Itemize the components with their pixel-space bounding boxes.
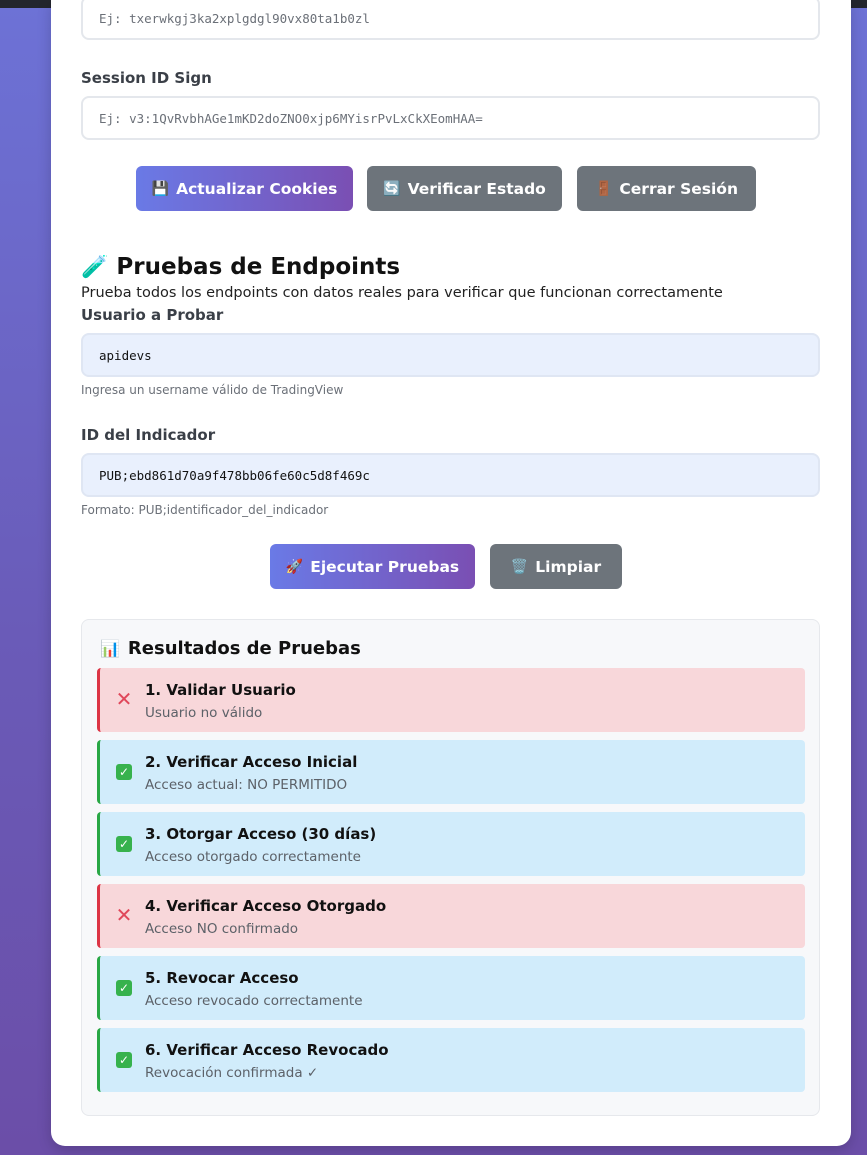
check-mark-icon: ✓ bbox=[116, 1052, 132, 1068]
session-sign-input[interactable]: Ej: v3:1QvRvbhAGe1mKD2doZNO0xjp6MYisrPvL… bbox=[81, 96, 820, 140]
indicator-input-value: PUB;ebd861d70a9f478bb06fe60c5d8f469c bbox=[99, 467, 370, 483]
result-message: Acceso actual: NO PERMITIDO bbox=[145, 777, 348, 793]
result-title: 4. Verificar Acceso Otorgado bbox=[145, 897, 387, 915]
session-sign-placeholder: Ej: v3:1QvRvbhAGe1mKD2doZNO0xjp6MYisrPvL… bbox=[99, 110, 483, 126]
result-item: ✓ 5. Revocar Acceso Acceso revocado corr… bbox=[97, 956, 805, 1020]
result-item: ✕ 4. Verificar Acceso Otorgado Acceso NO… bbox=[97, 884, 805, 948]
door-icon: 🚪 bbox=[594, 180, 613, 197]
result-title: 1. Validar Usuario bbox=[145, 681, 296, 699]
indicator-help-text: Formato: PUB;identificador_del_indicador bbox=[81, 503, 329, 517]
result-item: ✓ 6. Verificar Acceso Revocado Revocació… bbox=[97, 1028, 805, 1092]
main-card: Ej: txerwkgj3ka2xplgdgl90vx80ta1b0zl Ses… bbox=[51, 0, 851, 1146]
verify-status-label: Verificar Estado bbox=[407, 179, 546, 198]
check-mark-icon: ✓ bbox=[116, 764, 132, 780]
user-help-text: Ingresa un username válido de TradingVie… bbox=[81, 383, 344, 397]
results-title: Resultados de Pruebas bbox=[127, 638, 361, 659]
run-tests-button[interactable]: 🚀 Ejecutar Pruebas bbox=[270, 544, 475, 589]
result-title: 6. Verificar Acceso Revocado bbox=[145, 1041, 389, 1059]
floppy-disk-icon: 💾 bbox=[151, 180, 170, 197]
update-cookies-button[interactable]: 💾 Actualizar Cookies bbox=[136, 166, 353, 211]
results-panel: 📊 Resultados de Pruebas ✕ 1. Validar Usu… bbox=[81, 619, 820, 1116]
test-tube-icon: 🧪 bbox=[81, 254, 109, 280]
check-mark-icon: ✓ bbox=[116, 980, 132, 996]
result-title: 2. Verificar Acceso Inicial bbox=[145, 753, 358, 771]
session-id-input[interactable]: Ej: txerwkgj3ka2xplgdgl90vx80ta1b0zl bbox=[81, 0, 820, 40]
trash-icon: 🗑️ bbox=[510, 558, 529, 575]
tests-heading: 🧪 Pruebas de Endpoints bbox=[81, 254, 400, 280]
cross-mark-icon: ✕ bbox=[115, 903, 133, 927]
clear-label: Limpiar bbox=[535, 557, 602, 576]
result-message: Acceso NO confirmado bbox=[145, 921, 299, 937]
refresh-icon: 🔄 bbox=[383, 180, 401, 197]
user-input-value: apidevs bbox=[99, 347, 152, 363]
rocket-icon: 🚀 bbox=[285, 558, 304, 575]
check-mark-icon: ✓ bbox=[116, 836, 132, 852]
user-input[interactable]: apidevs bbox=[81, 333, 820, 377]
indicator-input[interactable]: PUB;ebd861d70a9f478bb06fe60c5d8f469c bbox=[81, 453, 820, 497]
bar-chart-icon: 📊 bbox=[100, 639, 120, 658]
verify-status-button[interactable]: 🔄 Verificar Estado bbox=[367, 166, 562, 211]
update-cookies-label: Actualizar Cookies bbox=[176, 179, 338, 198]
clear-button[interactable]: 🗑️ Limpiar bbox=[490, 544, 622, 589]
result-message: Usuario no válido bbox=[145, 705, 263, 721]
result-message: Acceso revocado correctamente bbox=[145, 993, 363, 1009]
results-heading: 📊 Resultados de Pruebas bbox=[100, 638, 361, 659]
tests-title: Pruebas de Endpoints bbox=[116, 254, 401, 280]
session-sign-label: Session ID Sign bbox=[81, 69, 212, 87]
result-message: Acceso otorgado correctamente bbox=[145, 849, 361, 865]
result-title: 3. Otorgar Acceso (30 días) bbox=[145, 825, 377, 843]
user-label: Usuario a Probar bbox=[81, 306, 224, 324]
cross-mark-icon: ✕ bbox=[115, 687, 133, 711]
session-id-placeholder: Ej: txerwkgj3ka2xplgdgl90vx80ta1b0zl bbox=[99, 10, 370, 26]
run-tests-label: Ejecutar Pruebas bbox=[310, 557, 460, 576]
logout-label: Cerrar Sesión bbox=[619, 179, 738, 198]
indicator-label: ID del Indicador bbox=[81, 426, 216, 444]
result-message: Revocación confirmada ✓ bbox=[145, 1065, 319, 1081]
tests-description: Prueba todos los endpoints con datos rea… bbox=[81, 285, 723, 301]
result-item: ✓ 3. Otorgar Acceso (30 días) Acceso oto… bbox=[97, 812, 805, 876]
result-item: ✓ 2. Verificar Acceso Inicial Acceso act… bbox=[97, 740, 805, 804]
result-item: ✕ 1. Validar Usuario Usuario no válido bbox=[97, 668, 805, 732]
logout-button[interactable]: 🚪 Cerrar Sesión bbox=[577, 166, 756, 211]
result-title: 5. Revocar Acceso bbox=[145, 969, 299, 987]
